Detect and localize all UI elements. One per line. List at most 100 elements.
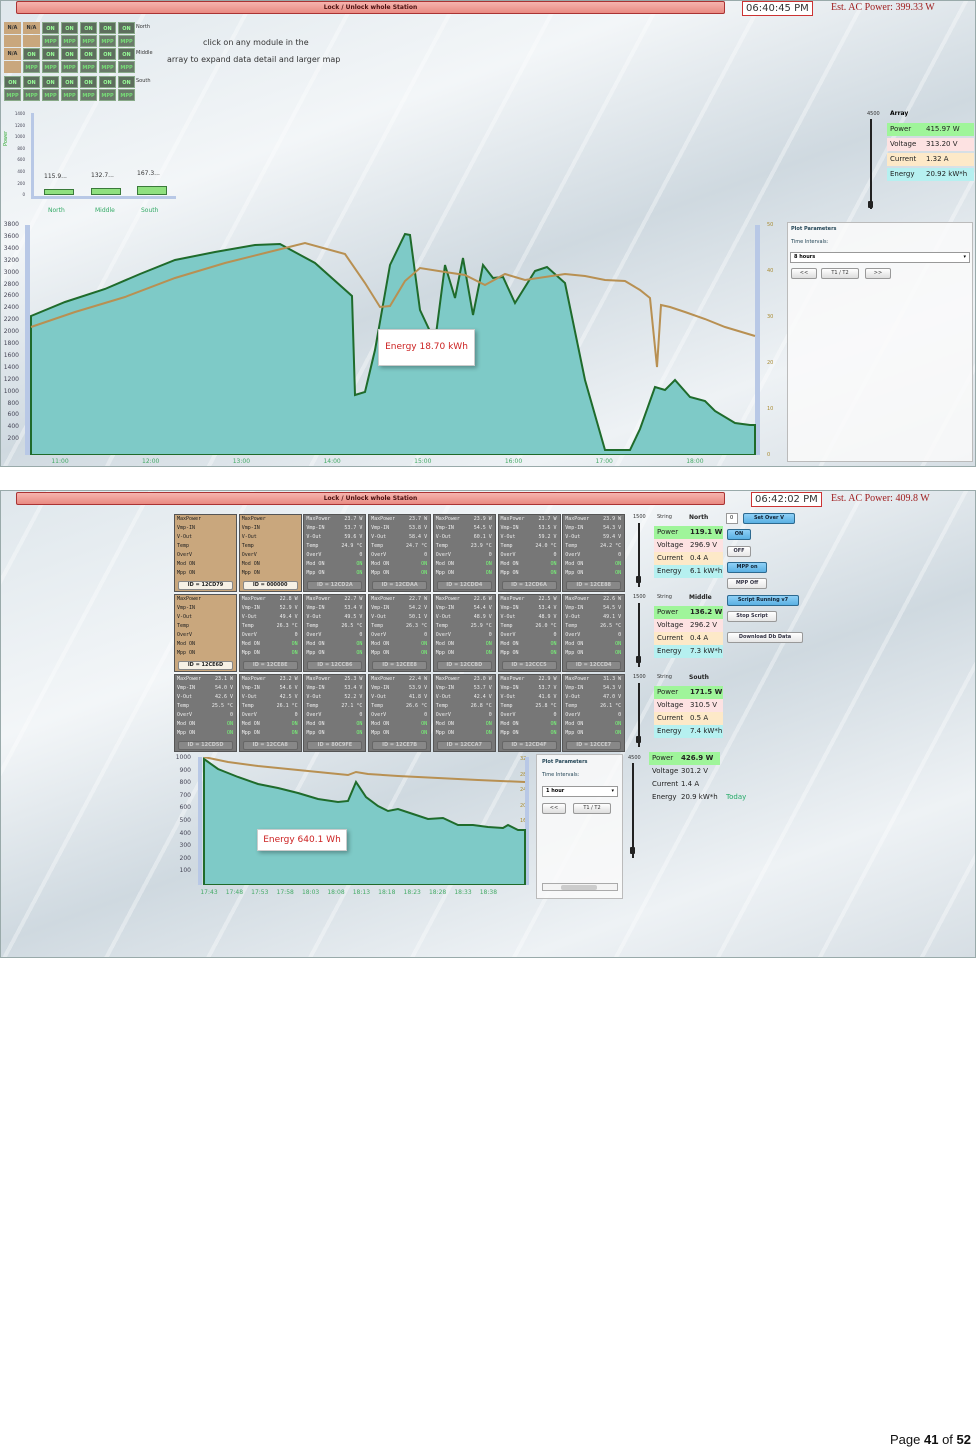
module-card-r0-c3[interactable]: MaxPower 23.7 W Vmp-IN 53.8 V V-Out 58.4 V Tem… — [368, 514, 432, 592]
module-id-button[interactable]: ID = 12CE6D — [178, 661, 233, 670]
module-card-r1-c2[interactable]: MaxPower 22.7 W Vmp-IN 53.4 V V-Out 49.5 V Tem… — [303, 594, 367, 672]
t1-t2-button[interactable]: T1 / T2 — [573, 803, 611, 814]
module-cell-r0-c6-mpp[interactable]: MPP — [118, 35, 135, 47]
module-card-r1-c6[interactable]: MaxPower 22.6 W Vmp-IN 54.5 V V-Out 49.1 V Tem… — [562, 594, 626, 672]
module-id-button[interactable]: ID = 12CDAA — [372, 581, 428, 590]
module-cell-r1-c2-status[interactable]: ON — [42, 48, 59, 60]
mpp-on-button[interactable]: MPP on — [727, 562, 767, 573]
download-db-data-button[interactable]: Download Db Data — [727, 632, 803, 643]
module-id-button[interactable]: ID = 12CE7B — [372, 741, 428, 750]
module-cell-r2-c5-mpp[interactable]: MPP — [99, 89, 116, 101]
module-id-button[interactable]: ID = 12CCD4 — [566, 661, 622, 670]
lock-unlock-station-button[interactable]: Lock / Unlock whole Station — [16, 1, 725, 14]
module-card-r1-c1[interactable]: MaxPower 22.8 W Vmp-IN 52.9 V V-Out 49.4 V Tem… — [238, 594, 302, 672]
script-running-button[interactable]: Script Running v7 — [727, 595, 799, 606]
module-cell-r0-c1-status[interactable]: N/A — [23, 22, 40, 34]
module-cell-r1-c6-status[interactable]: ON — [118, 48, 135, 60]
module-cell-r1-c3-status[interactable]: ON — [61, 48, 78, 60]
module-cell-r2-c6-mpp[interactable]: MPP — [118, 89, 135, 101]
module-cell-r1-c4-status[interactable]: ON — [80, 48, 97, 60]
module-card-r0-c1[interactable]: MaxPower Vmp-IN V-Out Temp OverV Mod ON Mpp ON… — [238, 514, 302, 592]
module-card-r1-c3[interactable]: MaxPower 22.7 W Vmp-IN 54.2 V V-Out 50.1 V Tem… — [368, 594, 432, 672]
module-id-button[interactable]: ID = 12CD4F — [501, 741, 557, 750]
module-cell-r1-c5-status[interactable]: ON — [99, 48, 116, 60]
module-id-button[interactable]: ID = 12CCB6 — [307, 661, 363, 670]
module-cell-r2-c4-mpp[interactable]: MPP — [80, 89, 97, 101]
t1-t2-button[interactable]: T1 / T2 — [821, 268, 859, 279]
module-cell-r2-c2-status[interactable]: ON — [42, 76, 59, 88]
array-slider-handle[interactable] — [868, 201, 873, 208]
module-cell-r0-c1-mpp[interactable] — [23, 35, 40, 47]
module-cell-r2-c0-mpp[interactable]: MPP — [4, 89, 21, 101]
lock-unlock-station-button[interactable]: Lock / Unlock whole Station — [16, 492, 725, 505]
horizontal-scrollbar[interactable] — [542, 883, 618, 891]
module-card-r1-c5[interactable]: MaxPower 22.5 W Vmp-IN 53.4 V V-Out 48.9 V Tem… — [497, 594, 561, 672]
stop-script-button[interactable]: Stop Script — [727, 611, 777, 622]
module-id-button[interactable]: ID = 12CD2A — [307, 581, 363, 590]
scrollbar-thumb[interactable] — [561, 885, 597, 890]
module-cell-r2-c6-status[interactable]: ON — [118, 76, 135, 88]
module-id-button[interactable]: ID = 12CCBD — [436, 661, 492, 670]
prev-button[interactable]: << — [542, 803, 566, 814]
module-id-button[interactable]: ID = 12CE88 — [566, 581, 622, 590]
module-id-button[interactable]: ID = 12CE8E — [242, 661, 298, 670]
module-id-button[interactable]: ID = 12CD6A — [501, 581, 557, 590]
module-card-r2-c5[interactable]: MaxPower 22.9 W Vmp-IN 53.7 V V-Out 41.6 V Tem… — [497, 674, 561, 752]
module-cell-r1-c1-mpp[interactable]: MPP — [23, 61, 40, 73]
module-cell-r2-c5-status[interactable]: ON — [99, 76, 116, 88]
module-cell-r1-c0-status[interactable]: N/A — [4, 48, 21, 60]
module-id-button[interactable]: ID = 12CEE8 — [372, 661, 428, 670]
module-card-r0-c4[interactable]: MaxPower 23.9 W Vmp-IN 54.5 V V-Out 60.1 V Tem… — [432, 514, 496, 592]
module-card-r2-c2[interactable]: MaxPower 25.3 W Vmp-IN 53.4 V V-Out 52.2 V Tem… — [303, 674, 367, 752]
module-id-button[interactable]: ID = 12CCA8 — [242, 741, 298, 750]
module-card-r2-c3[interactable]: MaxPower 22.4 W Vmp-IN 53.9 V V-Out 41.8 V Tem… — [368, 674, 432, 752]
module-id-button[interactable]: ID = 12CD79 — [178, 581, 233, 590]
module-cell-r0-c0-mpp[interactable] — [4, 35, 21, 47]
module-card-r2-c0[interactable]: MaxPower 23.1 W Vmp-IN 54.0 V V-Out 42.6 V Tem… — [174, 674, 237, 752]
prev-button[interactable]: << — [791, 268, 817, 279]
module-cell-r0-c3-status[interactable]: ON — [61, 22, 78, 34]
bar-south[interactable] — [137, 186, 167, 195]
module-cell-r0-c2-mpp[interactable]: MPP — [42, 35, 59, 47]
module-id-button[interactable]: ID = 12CD5D — [178, 741, 233, 750]
north-slider-handle[interactable] — [636, 576, 641, 583]
module-id-button[interactable]: ID = 80C9FE — [307, 741, 363, 750]
module-card-r0-c6[interactable]: MaxPower 23.9 W Vmp-IN 54.3 V V-Out 59.4 V Tem… — [562, 514, 626, 592]
total-slider-track[interactable] — [632, 763, 634, 858]
bar-middle[interactable] — [91, 188, 121, 195]
module-cell-r1-c1-status[interactable]: ON — [23, 48, 40, 60]
over-voltage-input[interactable]: 0 — [726, 513, 738, 524]
module-card-r0-c2[interactable]: MaxPower 23.7 W Vmp-IN 53.7 V V-Out 59.6 V Tem… — [303, 514, 367, 592]
module-cell-r0-c2-status[interactable]: ON — [42, 22, 59, 34]
module-id-button[interactable]: ID = 12CDD4 — [436, 581, 492, 590]
module-cell-r0-c4-status[interactable]: ON — [80, 22, 97, 34]
module-cell-r2-c3-status[interactable]: ON — [61, 76, 78, 88]
module-cell-r1-c3-mpp[interactable]: MPP — [61, 61, 78, 73]
module-id-button[interactable]: ID = 12CCC5 — [501, 661, 557, 670]
module-cell-r2-c1-mpp[interactable]: MPP — [23, 89, 40, 101]
module-id-button[interactable]: ID = 12CCA7 — [436, 741, 492, 750]
module-cell-r0-c3-mpp[interactable]: MPP — [61, 35, 78, 47]
module-cell-r0-c4-mpp[interactable]: MPP — [80, 35, 97, 47]
module-card-r2-c6[interactable]: MaxPower 31.3 W Vmp-IN 54.3 V V-Out 47.0 V Tem… — [562, 674, 626, 752]
module-card-r2-c1[interactable]: MaxPower 23.2 W Vmp-IN 54.6 V V-Out 42.5 V Tem… — [238, 674, 302, 752]
module-cell-r1-c4-mpp[interactable]: MPP — [80, 61, 97, 73]
module-cell-r0-c6-status[interactable]: ON — [118, 22, 135, 34]
module-cell-r1-c2-mpp[interactable]: MPP — [42, 61, 59, 73]
module-card-r1-c4[interactable]: MaxPower 22.6 W Vmp-IN 54.4 V V-Out 48.9 V Tem… — [432, 594, 496, 672]
time-interval-select[interactable]: 1 hour ▾ — [542, 786, 618, 797]
mpp-off-button[interactable]: MPP Off — [727, 578, 767, 589]
module-cell-r0-c5-status[interactable]: ON — [99, 22, 116, 34]
south-slider-handle[interactable] — [636, 736, 641, 743]
module-cell-r2-c3-mpp[interactable]: MPP — [61, 89, 78, 101]
module-cell-r0-c5-mpp[interactable]: MPP — [99, 35, 116, 47]
module-cell-r2-c4-status[interactable]: ON — [80, 76, 97, 88]
module-cell-r2-c0-status[interactable]: ON — [4, 76, 21, 88]
module-cell-r2-c2-mpp[interactable]: MPP — [42, 89, 59, 101]
module-card-r2-c4[interactable]: MaxPower 23.0 W Vmp-IN 53.7 V V-Out 42.4 V Tem… — [432, 674, 496, 752]
module-cell-r1-c5-mpp[interactable]: MPP — [99, 61, 116, 73]
bar-north[interactable] — [44, 189, 74, 195]
array-slider-track[interactable] — [870, 119, 872, 209]
on-button[interactable]: ON — [727, 529, 751, 540]
module-cell-r0-c0-status[interactable]: N/A — [4, 22, 21, 34]
